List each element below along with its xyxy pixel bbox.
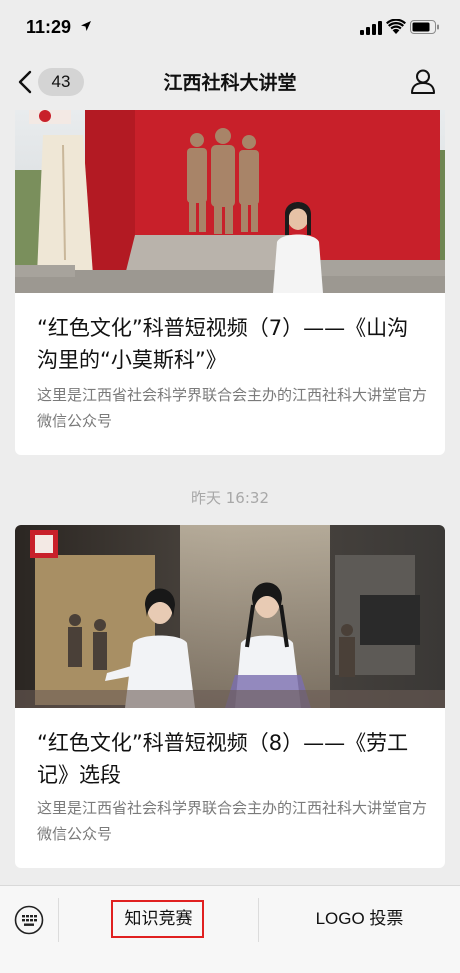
article-card[interactable]: “红色文化”科普短视频（7）——《山沟沟里的“小莫斯科”》 这里是江西省社会科学…: [15, 110, 445, 455]
article-title: “红色文化”科普短视频（8）——《劳工记》选段: [37, 731, 409, 787]
article-title: “红色文化”科普短视频（7）——《山沟沟里的“小莫斯科”》: [37, 316, 409, 372]
wifi-icon: [386, 19, 406, 34]
cellular-signal-icon: [360, 21, 382, 35]
keyboard-icon: [14, 905, 44, 935]
menu-item-knowledge-quiz[interactable]: 知识竞赛: [59, 886, 258, 952]
status-bar: 11:29: [0, 0, 460, 52]
profile-icon[interactable]: [410, 68, 436, 94]
page-title: 江西社科大讲堂: [163, 72, 297, 94]
battery-icon: [410, 20, 439, 34]
status-time: 11:29: [26, 17, 72, 37]
location-arrow-icon: [81, 21, 91, 31]
article-cover-image: [15, 525, 445, 708]
nav-bar: 43 江西社科大讲堂: [0, 52, 460, 110]
article-cover-image: [15, 110, 445, 293]
article-card[interactable]: “红色文化”科普短视频（8）——《劳工记》选段 这里是江西省社会科学界联合会主办…: [15, 525, 445, 868]
article-description: 这里是江西省社会科学界联合会主办的江西社科大讲堂官方微信公众号: [37, 799, 428, 843]
bottom-menu-bar: 知识竞赛 LOGO 投票: [0, 885, 460, 973]
keyboard-toggle-button[interactable]: [0, 886, 58, 952]
menu-item-logo-vote[interactable]: LOGO 投票: [259, 886, 460, 952]
message-timestamp: 昨天 16:32: [191, 489, 269, 507]
article-description: 这里是江西省社会科学界联合会主办的江西社科大讲堂官方微信公众号: [37, 386, 428, 430]
